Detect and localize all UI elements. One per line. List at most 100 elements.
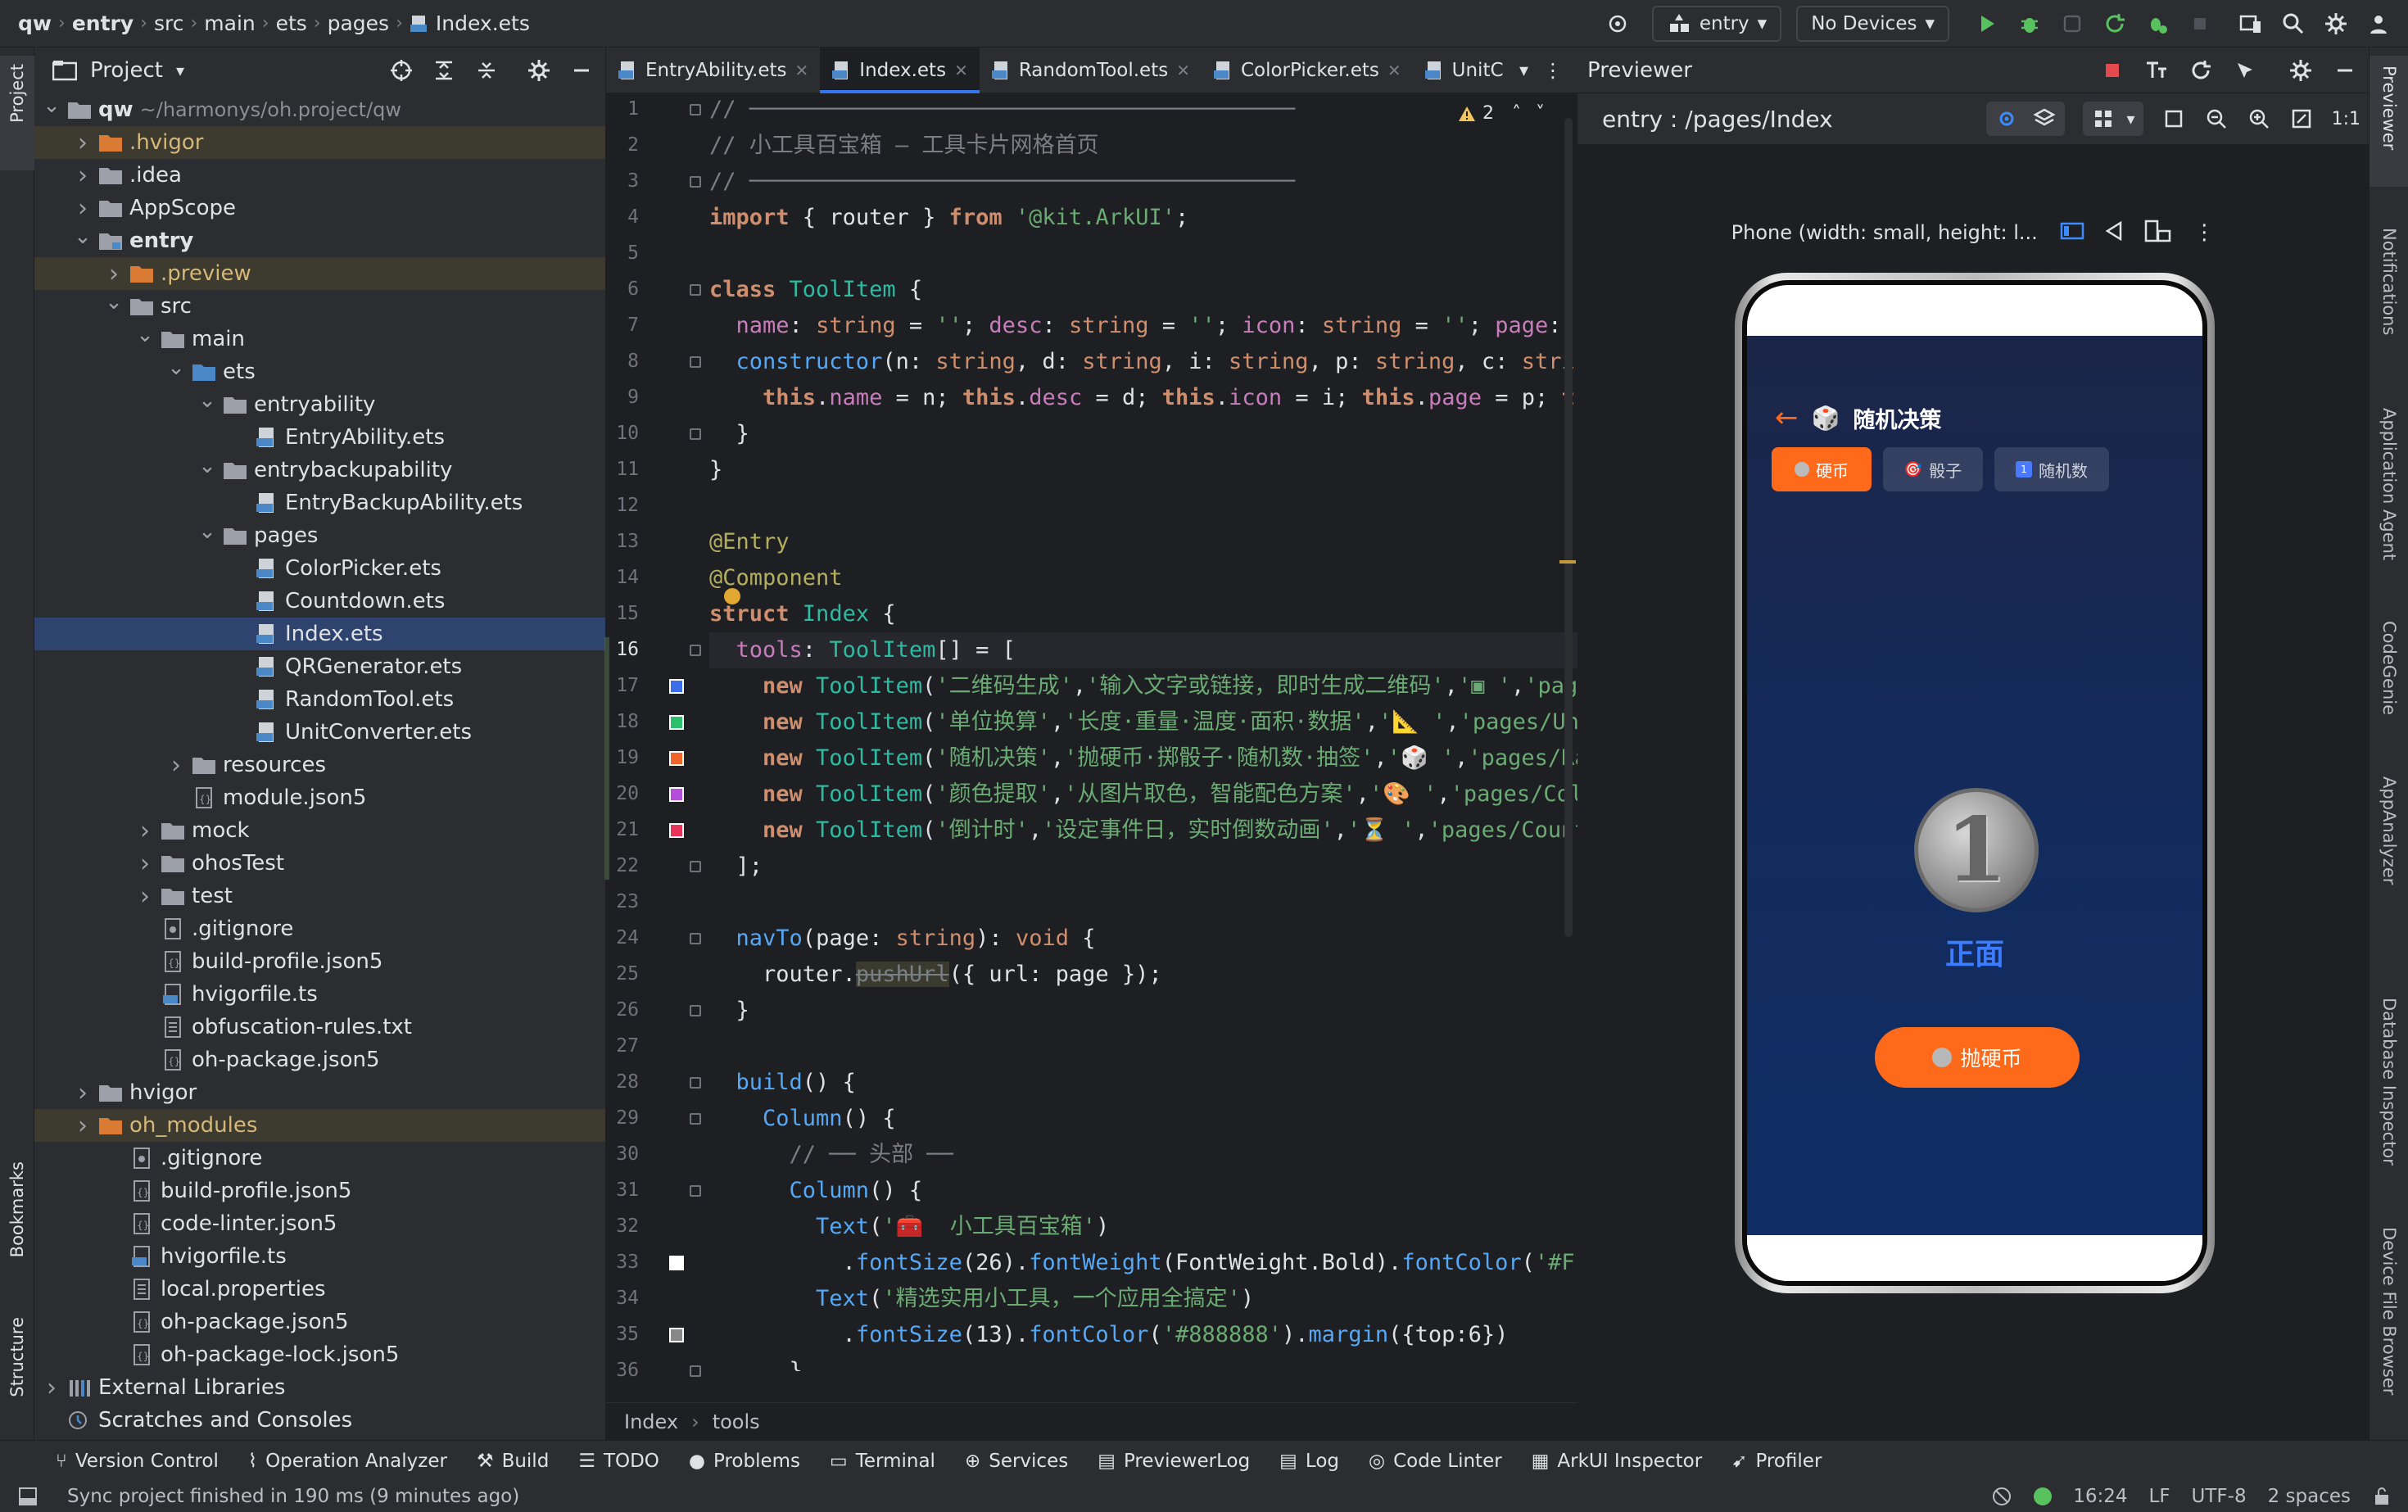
tree-item[interactable]: ⌄ qw ~/harmonys/oh.project/qw bbox=[34, 93, 605, 126]
flip-coin-button[interactable]: 抛硬币 bbox=[1875, 1027, 2080, 1088]
tree-item[interactable]: obfuscation-rules.txt bbox=[34, 1011, 605, 1043]
tree-item[interactable]: Index.ets bbox=[34, 618, 605, 650]
structure-tool-tab[interactable]: Structure bbox=[7, 1317, 27, 1397]
breadcrumb-item[interactable]: entry bbox=[72, 11, 134, 35]
previewer-settings-gear-icon[interactable] bbox=[2288, 58, 2313, 83]
appanalyzer-tool-tab[interactable]: AppAnalyzer bbox=[2379, 776, 2399, 885]
database-inspector-tool-tab[interactable]: Database Inspector bbox=[2379, 998, 2399, 1166]
tree-item[interactable]: EntryAbility.ets bbox=[34, 421, 605, 454]
window-toggle-icon[interactable] bbox=[18, 1487, 38, 1506]
bottom-tool-todo[interactable]: ☰ TODO bbox=[578, 1451, 659, 1472]
back-arrow-icon[interactable]: ← bbox=[1775, 401, 1799, 434]
chevron-up-icon[interactable]: ˄ bbox=[1512, 103, 1521, 124]
collapse-all-icon[interactable] bbox=[474, 58, 499, 83]
coin-display[interactable]: 1 bbox=[1914, 788, 2039, 912]
chevron-down-icon[interactable]: ⌄ bbox=[41, 93, 62, 118]
fold-marker-icon[interactable] bbox=[690, 1077, 701, 1089]
chevron-down-icon[interactable]: ⌄ bbox=[72, 224, 93, 249]
fold-marker-icon[interactable] bbox=[690, 645, 701, 656]
application-agent-tool-tab[interactable]: Application Agent bbox=[2379, 408, 2399, 560]
chevron-right-icon[interactable]: › bbox=[72, 1111, 93, 1140]
account-icon[interactable] bbox=[2360, 6, 2397, 42]
more-options-icon[interactable]: ⋮ bbox=[1543, 48, 1563, 93]
breadcrumb-item[interactable]: Index.ets bbox=[436, 11, 530, 35]
code-area[interactable]: // ─────────────────────────────────────… bbox=[709, 93, 1577, 1371]
intention-bulb-icon[interactable] bbox=[724, 588, 740, 604]
editor-tab[interactable]: RandomTool.ets ✕ bbox=[980, 48, 1202, 93]
tree-item[interactable]: › hvigor bbox=[34, 1076, 605, 1109]
tree-item[interactable]: › test bbox=[34, 880, 605, 912]
tree-item[interactable]: UnitConverter.ets bbox=[34, 716, 605, 749]
editor-tab[interactable]: EntryAbility.ets ✕ bbox=[606, 48, 820, 93]
bottom-tool-arkui-inspector[interactable]: ▦ ArkUI Inspector bbox=[1532, 1451, 1702, 1472]
bottom-tool-build[interactable]: ⚒ Build bbox=[477, 1451, 549, 1472]
fold-marker-icon[interactable] bbox=[690, 1365, 701, 1377]
search-icon[interactable] bbox=[2275, 6, 2311, 42]
tree-item[interactable]: › ohosTest bbox=[34, 847, 605, 880]
tabs-overflow-chevron-icon[interactable]: ▾ bbox=[1519, 48, 1528, 93]
tree-item[interactable]: hvigorfile.ts bbox=[34, 978, 605, 1011]
previewer-tool-tab[interactable]: Previewer bbox=[2379, 66, 2399, 150]
chevron-down-icon[interactable]: ▾ bbox=[176, 61, 184, 80]
bottom-tool-code-linter[interactable]: ◎ Code Linter bbox=[1369, 1451, 1502, 1472]
tree-item[interactable]: › External Libraries bbox=[34, 1371, 605, 1404]
chevron-down-icon[interactable]: ⌄ bbox=[197, 519, 218, 544]
color-swatch[interactable] bbox=[669, 1256, 684, 1270]
project-panel-title[interactable]: Project bbox=[90, 58, 163, 83]
tree-item[interactable]: .gitignore bbox=[34, 912, 605, 945]
line-separator[interactable]: LF bbox=[2149, 1486, 2170, 1507]
grid-icon[interactable] bbox=[2091, 106, 2116, 131]
tab-coin[interactable]: 硬币 bbox=[1772, 447, 1872, 491]
editor-scrollbar[interactable] bbox=[1558, 93, 1577, 1371]
tree-item[interactable]: hvigorfile.ts bbox=[34, 1240, 605, 1273]
bottom-tool-version-control[interactable]: ⑂ Version Control bbox=[56, 1451, 219, 1472]
tree-item[interactable]: RandomTool.ets bbox=[34, 683, 605, 716]
fold-marker-icon[interactable] bbox=[690, 428, 701, 440]
fold-marker-icon[interactable] bbox=[690, 1185, 701, 1197]
color-swatch[interactable] bbox=[669, 1328, 684, 1342]
breadcrumb-item[interactable]: src bbox=[154, 11, 184, 35]
tree-item[interactable]: › .hvigor bbox=[34, 126, 605, 159]
editor-tab[interactable]: Index.ets ✕ bbox=[820, 47, 980, 93]
project-tool-tab[interactable]: Project bbox=[7, 64, 27, 123]
file-encoding[interactable]: UTF-8 bbox=[2192, 1486, 2247, 1507]
chevron-down-icon[interactable]: ⌄ bbox=[165, 355, 187, 380]
tree-item[interactable]: ⌄ entryability bbox=[34, 388, 605, 421]
chevron-right-icon[interactable]: › bbox=[103, 260, 124, 288]
tree-item[interactable]: ⌄ main bbox=[34, 323, 605, 355]
apply-changes-icon[interactable] bbox=[2097, 6, 2133, 42]
run-config-select[interactable]: entry ▾ bbox=[1651, 6, 1782, 42]
inspection-widget[interactable]: 2 ˄ ˅ bbox=[1458, 103, 1545, 124]
chevron-right-icon[interactable]: › bbox=[72, 194, 93, 223]
fold-marker-icon[interactable] bbox=[690, 1113, 701, 1125]
stop-preview-icon[interactable] bbox=[2100, 58, 2125, 83]
notifications-tool-tab[interactable]: Notifications bbox=[2379, 228, 2399, 335]
chevron-down-icon[interactable]: ⌄ bbox=[134, 323, 156, 347]
status-message[interactable]: Sync project finished in 190 ms (9 minut… bbox=[67, 1486, 519, 1507]
one-to-one-icon[interactable]: 1:1 bbox=[2332, 109, 2360, 129]
expand-all-icon[interactable] bbox=[432, 58, 456, 83]
bottom-tool-services[interactable]: ⊕ Services bbox=[965, 1451, 1068, 1472]
tree-item[interactable]: {} oh-package-lock.json5 bbox=[34, 1338, 605, 1371]
fold-marker-icon[interactable] bbox=[690, 176, 701, 188]
bottom-tool-profiler[interactable]: ➹ Profiler bbox=[1731, 1451, 1822, 1472]
chevron-right-icon[interactable]: › bbox=[41, 1374, 62, 1402]
chevron-right-icon[interactable]: › bbox=[72, 1079, 93, 1107]
profile-icon[interactable] bbox=[2139, 6, 2175, 42]
close-icon[interactable]: ✕ bbox=[954, 61, 968, 80]
breadcrumb-item[interactable]: qw bbox=[18, 11, 52, 35]
close-icon[interactable]: ✕ bbox=[795, 61, 809, 80]
color-swatch[interactable] bbox=[669, 751, 684, 766]
zoom-in-icon[interactable] bbox=[2247, 106, 2271, 131]
preview-mode-icon[interactable] bbox=[1994, 106, 2019, 131]
chevron-down-icon[interactable]: ▾ bbox=[2127, 109, 2135, 129]
indent-setting[interactable]: 2 spaces bbox=[2268, 1486, 2351, 1507]
tree-item[interactable]: {} build-profile.json5 bbox=[34, 1175, 605, 1207]
tree-item[interactable]: {} module.json5 bbox=[34, 781, 605, 814]
tree-item[interactable]: {} build-profile.json5 bbox=[34, 945, 605, 978]
tree-item[interactable]: QRGenerator.ets bbox=[34, 650, 605, 683]
close-icon[interactable]: ✕ bbox=[1176, 61, 1190, 80]
fold-marker-icon[interactable] bbox=[690, 861, 701, 872]
chevron-down-icon[interactable]: ⌄ bbox=[197, 388, 218, 413]
attach-debugger-icon[interactable] bbox=[2054, 6, 2090, 42]
